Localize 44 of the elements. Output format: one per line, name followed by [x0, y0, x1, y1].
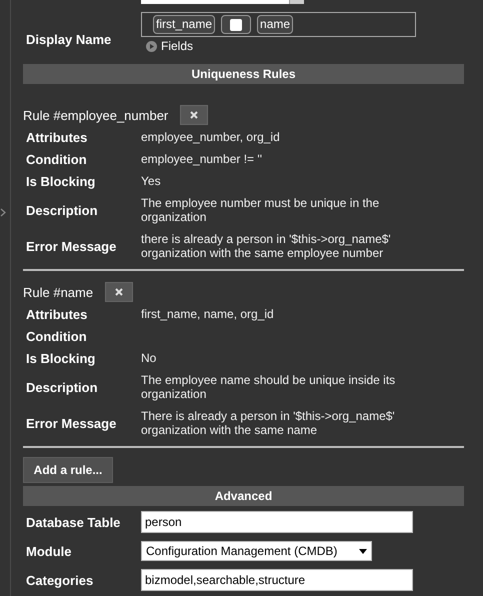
rule-title: Rule #employee_number	[23, 108, 168, 122]
select-field[interactable]: Configuration Management (CMDB)	[141, 541, 372, 561]
property-value: employee_number, org_id	[141, 130, 280, 144]
rule-title: Rule #name	[23, 284, 94, 300]
fields-link[interactable]: Fields	[161, 39, 194, 53]
property-label: Attributes	[25, 130, 88, 144]
section-header: Uniqueness Rules	[23, 64, 464, 84]
property-label: Error Message	[25, 416, 118, 430]
field-token[interactable]: name	[257, 15, 294, 34]
field-label: Module	[25, 544, 72, 558]
delete-button[interactable]	[105, 282, 134, 302]
close-icon	[190, 111, 198, 119]
property-label: Description	[25, 380, 99, 394]
space-token[interactable]	[221, 15, 252, 34]
select-field[interactable]	[141, 0, 304, 4]
property-value: The employee name should be unique inside its organization	[141, 373, 396, 401]
play-icon[interactable]	[146, 40, 157, 52]
property-value: There is already a person in '$this->org_name$' organization with the same name	[141, 409, 395, 437]
section-header: Advanced	[23, 486, 464, 506]
property-label: Description	[25, 202, 99, 218]
text-field[interactable]: person	[141, 511, 413, 533]
property-label: Condition	[25, 152, 88, 166]
expand-icon[interactable]	[0, 208, 6, 217]
delete-button[interactable]	[180, 105, 208, 125]
property-value: No	[141, 351, 156, 365]
add-rule-button[interactable]: Add a rule...	[23, 457, 113, 483]
close-icon	[115, 288, 124, 296]
property-label: Error Message	[25, 238, 118, 254]
field-label: Database Table	[25, 514, 122, 530]
property-label: Condition	[25, 328, 88, 344]
property-value: Yes	[141, 174, 161, 188]
property-label: Is Blocking	[25, 174, 96, 188]
field-token[interactable]: first_name	[153, 15, 216, 34]
field-label: Display Name	[25, 32, 112, 49]
property-value: there is already a person in '$this->org_name$' organization with the same employee number	[141, 232, 391, 260]
property-value: first_name, name, org_id	[141, 307, 274, 321]
caret-icon[interactable]	[359, 548, 368, 554]
field-label: Categories	[25, 572, 94, 588]
property-value: The employee number must be unique in the organization	[141, 196, 380, 224]
property-value: employee_number != ''	[141, 152, 262, 166]
token-field[interactable]: first_name name	[141, 12, 416, 37]
property-label: Attributes	[25, 306, 88, 322]
text-field[interactable]: bizmodel,searchable,structure	[141, 569, 413, 591]
property-label: Is Blocking	[25, 350, 96, 366]
